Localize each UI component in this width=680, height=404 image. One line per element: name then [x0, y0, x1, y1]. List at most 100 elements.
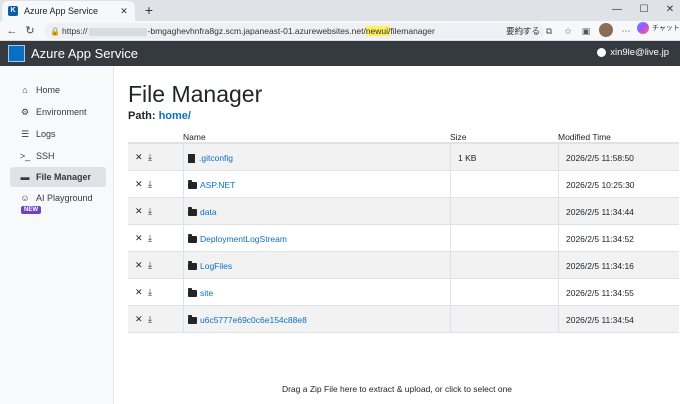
download-icon[interactable]: ⤓	[148, 152, 157, 162]
sidebar-item-environment[interactable]: ⚙ Environment	[10, 102, 106, 122]
favorite-star-icon[interactable]: ☆	[517, 24, 531, 38]
file-modified-time: 2026/2/5 11:58:50	[566, 153, 634, 163]
file-name-link[interactable]: .gitconfig	[199, 153, 233, 163]
refresh-icon[interactable]: ↻	[22, 23, 38, 39]
column-divider	[558, 279, 559, 305]
brand-title[interactable]: Azure App Service	[31, 46, 138, 61]
breadcrumb: Path: home/	[128, 110, 191, 122]
download-icon[interactable]: ⤓	[148, 233, 157, 243]
table-row: ✕ ⤓ LogFiles 2026/2/5 11:34:16	[128, 252, 679, 279]
sidebar-item-ssh[interactable]: >_ SSH	[10, 146, 106, 166]
page-title: File Manager	[128, 81, 263, 107]
profile-avatar[interactable]	[599, 23, 613, 37]
folder-icon	[188, 206, 197, 216]
file-name-link[interactable]: DeploymentLogStream	[200, 234, 287, 244]
download-icon[interactable]: ⤓	[148, 287, 157, 297]
table-row: ✕ ⤓ DeploymentLogStream 2026/2/5 11:34:52	[128, 225, 679, 252]
column-divider	[450, 144, 451, 170]
file-name-link[interactable]: site	[200, 288, 213, 298]
close-window-button[interactable]: ✕	[661, 2, 679, 18]
sidebar-item-file-manager[interactable]: ▬ File Manager	[10, 167, 106, 187]
row-actions: ✕ ⤓	[135, 206, 157, 216]
column-divider	[450, 252, 451, 278]
new-tab-button[interactable]: +	[141, 2, 157, 18]
file-name-link[interactable]: u6c5777e69c0c6e154c88e8	[200, 315, 307, 325]
download-icon[interactable]: ⤓	[148, 179, 157, 189]
column-divider	[450, 306, 451, 332]
file-name-link[interactable]: data	[200, 207, 217, 217]
user-menu[interactable]: xin9le@live.jp	[597, 47, 669, 58]
column-divider	[450, 171, 451, 197]
column-divider	[450, 279, 451, 305]
folder-icon: ▬	[20, 172, 30, 182]
delete-icon[interactable]: ✕	[135, 287, 144, 297]
table-row: ✕ ⤓ ASP.NET 2026/2/5 10:25:30	[128, 171, 679, 198]
sidebar-item-ai-playground[interactable]: ☺ AI Playground	[10, 190, 106, 220]
copilot-icon	[637, 22, 649, 34]
column-divider	[450, 198, 451, 224]
app-navbar: Azure App Service xin9le@live.jp	[0, 41, 680, 66]
delete-icon[interactable]: ✕	[135, 206, 144, 216]
back-arrow-icon[interactable]: ←	[4, 23, 20, 39]
file-name-link[interactable]: ASP.NET	[200, 180, 235, 190]
file-name-cell: ASP.NET	[188, 179, 235, 190]
sidebar-item-logs[interactable]: ☰ Logs	[10, 124, 106, 144]
row-actions: ✕ ⤓	[135, 152, 157, 162]
folder-icon	[188, 314, 197, 324]
column-divider	[558, 171, 559, 197]
column-divider	[183, 252, 184, 278]
minimize-button[interactable]: —	[608, 2, 626, 18]
file-modified-time: 2026/2/5 11:34:52	[566, 234, 634, 244]
file-name-cell: data	[188, 206, 217, 217]
row-actions: ✕ ⤓	[135, 260, 157, 270]
column-header-name[interactable]: Name	[183, 132, 206, 142]
file-modified-time: 2026/2/5 11:34:44	[566, 207, 634, 217]
sidebar-item-home[interactable]: ⌂ Home	[10, 80, 106, 100]
new-badge: NEW	[21, 206, 41, 214]
file-name-link[interactable]: LogFiles	[200, 261, 232, 271]
upload-dropzone[interactable]: Drag a Zip File here to extract & upload…	[114, 384, 680, 394]
delete-icon[interactable]: ✕	[135, 152, 144, 162]
sidebar: ⌂ Home ⚙ Environment ☰ Logs >_ SSH ▬ Fil…	[0, 66, 114, 404]
collections-icon[interactable]: ▣	[579, 24, 593, 38]
file-size: 1 KB	[458, 153, 477, 163]
file-table: Name Size Modified Time ✕ ⤓ .gitconfig 1 KB…	[128, 130, 679, 333]
delete-icon[interactable]: ✕	[135, 179, 144, 189]
file-name-cell: LogFiles	[188, 260, 232, 271]
column-header-size[interactable]: Size	[450, 132, 467, 142]
column-divider	[558, 252, 559, 278]
favorites-icon[interactable]: ☆	[561, 24, 575, 38]
folder-icon	[188, 287, 197, 297]
path-home-link[interactable]: home/	[159, 110, 191, 122]
more-menu-icon[interactable]: ⋯	[619, 24, 633, 38]
download-icon[interactable]: ⤓	[148, 206, 157, 216]
copilot-chat-button[interactable]: チャット	[637, 22, 680, 34]
column-divider	[558, 144, 559, 170]
download-icon[interactable]: ⤓	[148, 314, 157, 324]
url-text: https://-bmgaghevhnfra8gz.scm.japaneast-…	[62, 26, 435, 36]
file-name-cell: site	[188, 287, 213, 298]
browser-tab[interactable]: K Azure App Service ✕	[2, 1, 135, 21]
column-divider	[558, 198, 559, 224]
tab-close-icon[interactable]: ✕	[117, 6, 131, 17]
row-actions: ✕ ⤓	[135, 287, 157, 297]
row-actions: ✕ ⤓	[135, 179, 157, 189]
column-divider	[183, 306, 184, 332]
url-input[interactable]: 🔒 https://-bmgaghevhnfra8gz.scm.japaneas…	[44, 23, 544, 39]
folder-icon	[188, 179, 197, 189]
column-header-modified[interactable]: Modified Time	[558, 132, 611, 142]
maximize-button[interactable]: ☐	[635, 2, 653, 18]
delete-icon[interactable]: ✕	[135, 260, 144, 270]
table-header: Name Size Modified Time	[128, 130, 679, 144]
column-divider	[183, 144, 184, 170]
row-actions: ✕ ⤓	[135, 233, 157, 243]
delete-icon[interactable]: ✕	[135, 314, 144, 324]
column-divider	[183, 225, 184, 251]
file-name-cell: .gitconfig	[188, 153, 233, 163]
tab-title: Azure App Service	[24, 6, 99, 16]
delete-icon[interactable]: ✕	[135, 233, 144, 243]
extensions-icon[interactable]: ⧉	[542, 24, 556, 38]
lock-icon: 🔒	[50, 26, 60, 36]
download-icon[interactable]: ⤓	[148, 260, 157, 270]
column-divider	[183, 171, 184, 197]
